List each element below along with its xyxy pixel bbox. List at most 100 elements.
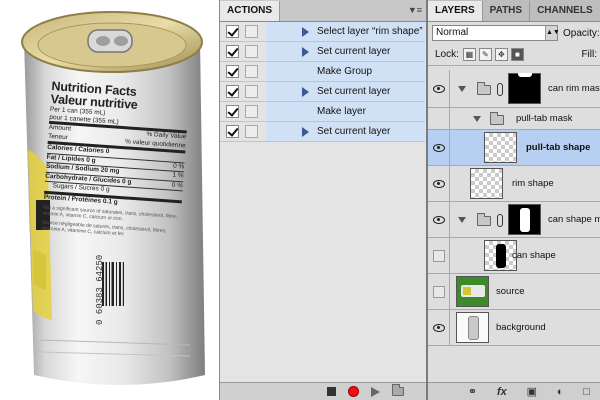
row-value: 0 % [171, 181, 184, 189]
layer-row[interactable]: pull-tab shape [428, 130, 600, 166]
panel-menu-icon[interactable]: ▼≡ [408, 5, 422, 15]
layer-row[interactable]: can rim mask [428, 70, 600, 108]
row-value: 1 % [172, 171, 184, 180]
layer-row[interactable]: pull-tab mask [428, 108, 600, 130]
toggle-checkbox[interactable] [226, 65, 239, 78]
lock-transparency-icon[interactable]: ▦ [462, 48, 476, 61]
dialog-toggle[interactable] [245, 25, 258, 38]
action-body[interactable]: Set current layer [266, 122, 425, 141]
lock-position-icon[interactable]: ✥ [494, 48, 508, 61]
dialog-toggle[interactable] [245, 105, 258, 118]
lock-label: Lock: [435, 49, 459, 60]
record-icon[interactable] [348, 386, 359, 397]
adjustment-icon[interactable]: ◐ [557, 386, 564, 398]
layer-name: can shape [512, 250, 556, 261]
action-body[interactable]: Select layer “rim shape” [266, 22, 425, 41]
disclosure-triangle-icon[interactable] [473, 116, 481, 122]
mask-icon[interactable]: ▣ [527, 385, 537, 398]
visibility-toggle[interactable] [428, 70, 450, 107]
action-item[interactable]: Set current layer [220, 82, 425, 102]
dialog-toggle[interactable] [245, 65, 258, 78]
expand-triangle-icon[interactable] [302, 86, 309, 97]
disclosure-triangle-icon[interactable] [458, 217, 466, 223]
layer-row[interactable]: can shape m [428, 202, 600, 238]
eye-icon[interactable] [433, 179, 445, 188]
layer-thumbnail [470, 168, 503, 199]
header-amount-fr: Teneur [47, 132, 69, 141]
blend-mode-select[interactable]: Normal ▲▼ [432, 25, 560, 41]
expand-triangle-icon[interactable] [302, 26, 309, 37]
action-label: Set current layer [317, 126, 391, 137]
action-item[interactable]: Set current layer [220, 42, 425, 62]
action-label: Set current layer [317, 46, 391, 57]
action-body[interactable]: Set current layer [266, 82, 425, 101]
barcode-number: 0 60383 64250 [95, 254, 105, 325]
visibility-toggle[interactable] [428, 108, 450, 129]
toggle-checkbox[interactable] [226, 85, 239, 98]
folder-icon[interactable] [392, 384, 404, 396]
folder-icon[interactable]: □ [583, 386, 590, 398]
lock-row: Lock: ▦ ✎ ✥ ■ Fill: [428, 44, 600, 66]
toggle-checkbox[interactable] [226, 45, 239, 58]
stop-icon[interactable] [327, 387, 336, 396]
action-body[interactable]: Set current layer [266, 42, 425, 61]
eye-icon[interactable] [433, 143, 445, 152]
visibility-toggle[interactable] [428, 130, 450, 165]
layer-name: can shape m [548, 214, 600, 225]
toggle-checkbox[interactable] [226, 25, 239, 38]
disclosure-triangle-icon[interactable] [458, 86, 466, 92]
folder-icon [477, 82, 491, 95]
layer-thumbnail [508, 73, 541, 104]
action-body[interactable]: Make Group [266, 62, 425, 81]
fx-icon[interactable]: fx [497, 386, 507, 398]
eye-icon[interactable] [433, 323, 445, 332]
layers-panel: LAYERS PATHS CHANNELS Normal ▲▼ Opacity:… [426, 0, 600, 400]
action-label: Make Group [317, 66, 373, 77]
expand-triangle-icon[interactable] [302, 126, 309, 137]
visibility-toggle[interactable] [428, 166, 450, 201]
action-label: Set current layer [317, 86, 391, 97]
toggle-checkbox[interactable] [226, 105, 239, 118]
action-item[interactable]: Make Group [220, 62, 425, 82]
hidden-visibility-box[interactable] [433, 249, 445, 262]
layer-row[interactable]: source [428, 274, 600, 310]
lock-all-icon[interactable]: ■ [510, 48, 524, 61]
lock-pixels-icon[interactable]: ✎ [478, 48, 492, 61]
layer-thumbnail [456, 312, 489, 343]
action-item[interactable]: Select layer “rim shape” [220, 22, 425, 42]
link-icon[interactable]: ⚭ [468, 385, 477, 398]
layer-name: can rim mask [548, 83, 600, 94]
hidden-visibility-box[interactable] [433, 285, 445, 298]
dialog-toggle[interactable] [245, 125, 258, 138]
action-item[interactable]: Make layer [220, 102, 425, 122]
eye-icon[interactable] [433, 215, 445, 224]
row-value: 0 % [172, 162, 185, 170]
layer-row[interactable]: can shape [428, 238, 600, 274]
visibility-toggle[interactable] [428, 274, 450, 309]
tab-paths[interactable]: PATHS [483, 1, 531, 21]
nutrition-label: Nutrition Facts Valeur nutritive Per 1 c… [41, 79, 189, 241]
tab-layers[interactable]: LAYERS [428, 1, 483, 21]
layer-row[interactable]: rim shape [428, 166, 600, 202]
action-item[interactable]: Set current layer [220, 122, 425, 142]
layer-row[interactable]: background [428, 310, 600, 346]
actions-toolbar [220, 382, 426, 400]
link-icon[interactable] [497, 214, 503, 227]
visibility-toggle[interactable] [428, 238, 450, 273]
folder-icon [490, 112, 504, 125]
toggle-checkbox[interactable] [226, 125, 239, 138]
visibility-toggle[interactable] [428, 202, 450, 237]
action-label: Make layer [317, 106, 366, 117]
folder-icon [477, 213, 491, 226]
action-body[interactable]: Make layer [266, 102, 425, 121]
chevron-down-icon[interactable]: ▲▼ [545, 26, 560, 40]
link-icon[interactable] [497, 83, 503, 96]
expand-triangle-icon[interactable] [302, 46, 309, 57]
tab-actions[interactable]: ACTIONS [220, 1, 280, 21]
visibility-toggle[interactable] [428, 310, 450, 345]
play-icon[interactable] [371, 386, 380, 397]
dialog-toggle[interactable] [245, 85, 258, 98]
tab-channels[interactable]: CHANNELS [530, 1, 600, 21]
eye-icon[interactable] [433, 84, 445, 93]
dialog-toggle[interactable] [245, 45, 258, 58]
